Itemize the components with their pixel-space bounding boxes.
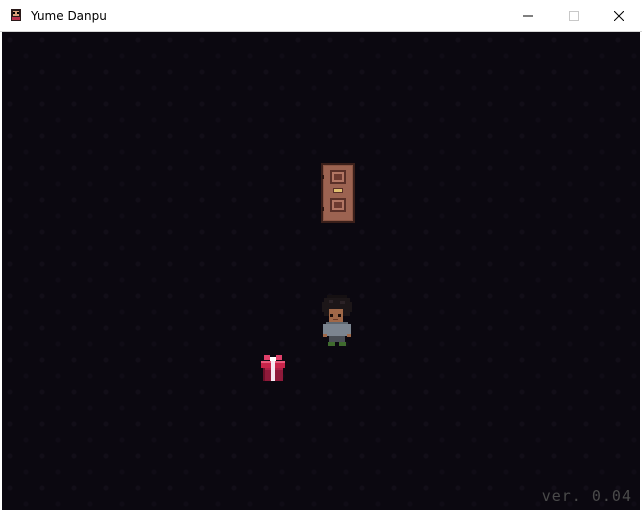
app-window: Yume Danpu ver. 0.04 bbox=[0, 0, 642, 512]
door[interactable] bbox=[321, 163, 355, 223]
close-icon bbox=[614, 10, 624, 21]
app-icon bbox=[9, 8, 23, 22]
maximize-icon bbox=[569, 10, 579, 21]
close-button[interactable] bbox=[596, 0, 642, 31]
game-viewport[interactable]: ver. 0.04 bbox=[2, 32, 640, 510]
gift-box[interactable] bbox=[258, 353, 288, 383]
minimize-button[interactable] bbox=[505, 0, 551, 31]
maximize-button[interactable] bbox=[551, 0, 597, 31]
title-bar[interactable]: Yume Danpu bbox=[0, 0, 642, 32]
minimize-icon bbox=[523, 15, 533, 16]
window-title: Yume Danpu bbox=[31, 9, 107, 23]
version-label: ver. 0.04 bbox=[541, 487, 632, 505]
player-character bbox=[322, 295, 352, 346]
